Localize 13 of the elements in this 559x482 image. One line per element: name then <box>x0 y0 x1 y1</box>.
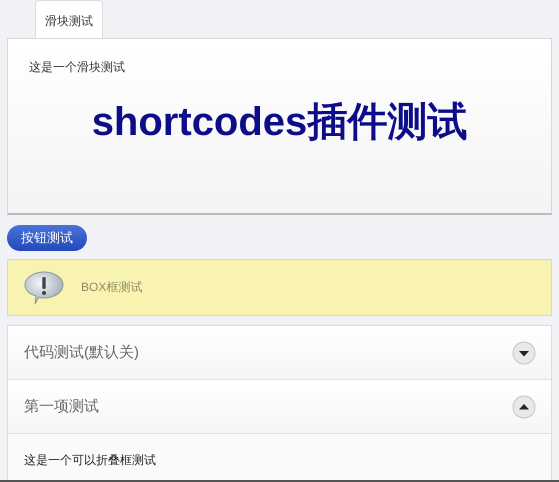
speech-bubble-icon <box>23 270 65 306</box>
accordion-header[interactable]: 代码测试(默认关) <box>8 326 551 380</box>
test-button[interactable]: 按钮测试 <box>7 225 87 251</box>
accordion-header[interactable]: 第一项测试 <box>8 380 551 434</box>
tab[interactable]: 滑块测试 <box>35 0 103 38</box>
expand-icon[interactable] <box>512 340 536 364</box>
accordion-title: 代码测试(默认关) <box>24 343 139 362</box>
collapse-icon[interactable] <box>512 394 536 418</box>
accordion-title: 第一项测试 <box>24 397 99 416</box>
slide-text: 这是一个滑块测试 <box>29 59 126 76</box>
slide-headline: shortcodes插件测试 <box>90 99 468 146</box>
accordion-content: 这是一个可以折叠框测试 <box>23 452 157 469</box>
box-text: BOX框测试 <box>81 279 142 296</box>
